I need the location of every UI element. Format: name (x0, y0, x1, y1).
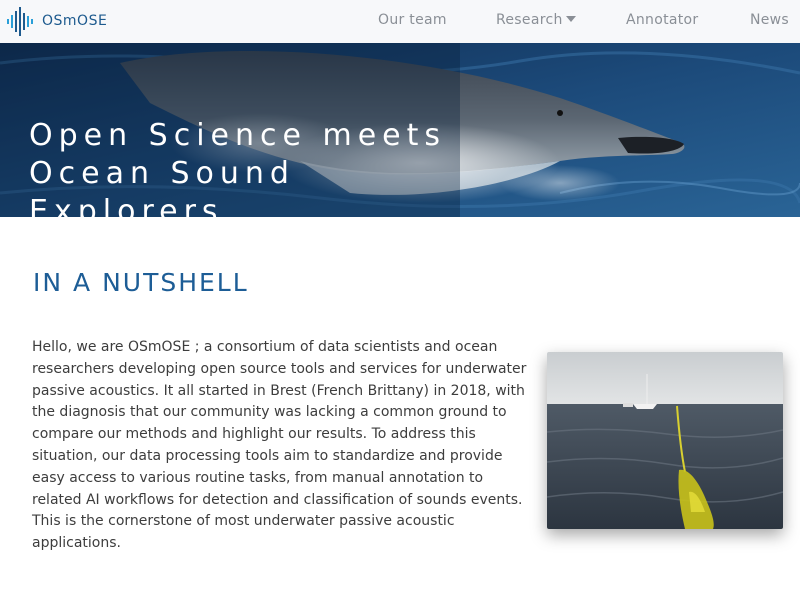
hero-title-line: Ocean Sound (29, 156, 295, 191)
chevron-down-icon (565, 15, 576, 22)
brand-name: OSmOSE (42, 13, 108, 29)
nav-research[interactable]: Research (496, 12, 576, 28)
top-navbar: OSmOSE Our team Research Annotator News (0, 0, 800, 43)
waveform-logo-icon (7, 7, 33, 36)
brand-link[interactable]: OSmOSE (6, 5, 107, 37)
hero-banner: Open Science meets Ocean Sound Explorers (0, 43, 800, 217)
hero-title-line: Open Science meets (29, 118, 447, 153)
intro-paragraph: Hello, we are OSmOSE ; a consortium of d… (32, 339, 527, 552)
section-title: IN A NUTSHELL (33, 268, 249, 297)
nav-research-label: Research (496, 12, 563, 28)
sea-glider-photo (547, 352, 783, 529)
nav-our-team[interactable]: Our team (378, 12, 447, 28)
hero-title: Open Science meets Ocean Sound Explorers (29, 117, 489, 217)
nav-news[interactable]: News (750, 12, 789, 28)
nav-annotator[interactable]: Annotator (626, 12, 698, 28)
hero-title-line: Explorers (29, 194, 224, 217)
